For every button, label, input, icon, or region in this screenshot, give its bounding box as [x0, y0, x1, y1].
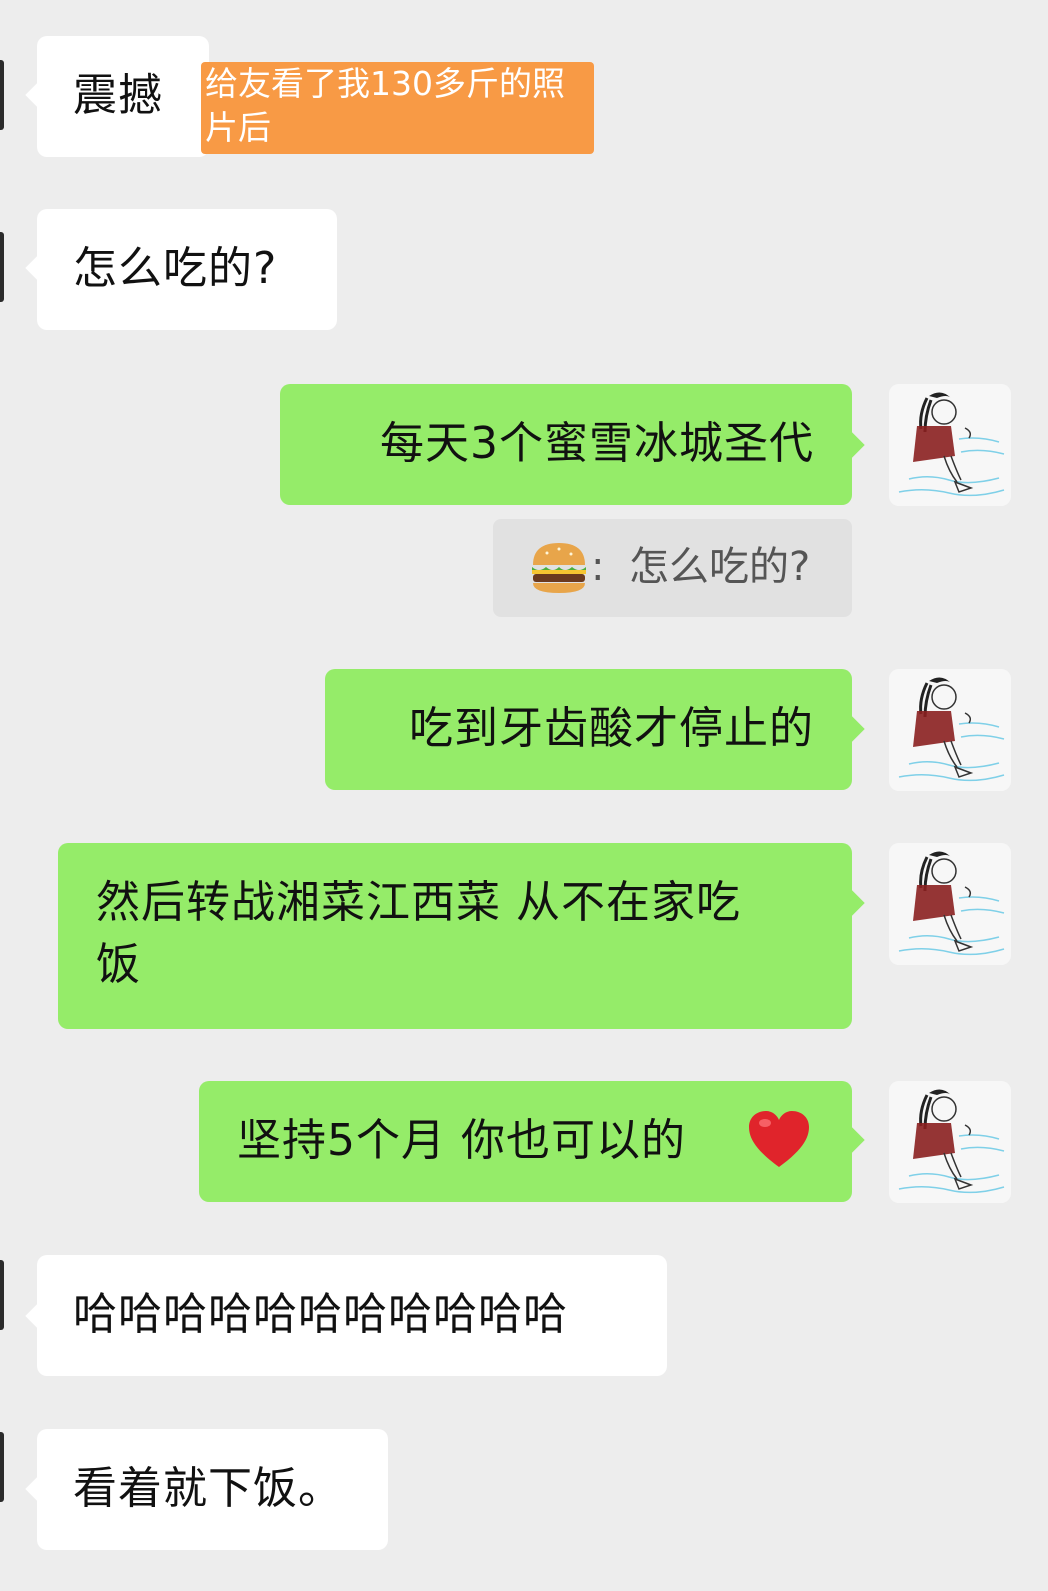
red-heart-icon [747, 1109, 811, 1187]
message-text-line-2: 饭 [96, 939, 141, 990]
user-avatar[interactable] [889, 843, 1011, 965]
message-bubble-incoming[interactable]: 震撼 [37, 36, 209, 157]
mermaid-avatar-icon [889, 669, 1011, 791]
mermaid-avatar-icon [889, 384, 1011, 506]
chat-edge-marker [0, 1432, 4, 1502]
message-text: 哈哈哈哈哈哈哈哈哈哈哈 [73, 1289, 568, 1340]
message-text: 震撼 [73, 70, 163, 121]
message-bubble-incoming[interactable]: 看着就下饭。 [37, 1429, 388, 1550]
caption-line-2: 片后 [205, 108, 271, 147]
message-bubble-incoming[interactable]: 怎么吃的? [37, 209, 337, 330]
message-bubble-outgoing[interactable]: 每天3个蜜雪冰城圣代 [280, 384, 852, 505]
chat-edge-marker [0, 1260, 4, 1330]
quoted-message[interactable]: : 怎么吃的? [493, 519, 852, 617]
message-bubble-incoming[interactable]: 哈哈哈哈哈哈哈哈哈哈哈 [37, 1255, 667, 1376]
mermaid-avatar-icon [889, 1081, 1011, 1203]
caption-overlay-label: 给友看了我130多斤的照 片后 [201, 62, 594, 154]
message-text: 坚持5个月 你也可以的 [237, 1115, 686, 1166]
caption-line-1: 给友看了我130多斤的照 [205, 64, 565, 103]
message-bubble-outgoing[interactable]: 然后转战湘菜江西菜 从不在家吃 饭 [58, 843, 852, 1029]
user-avatar[interactable] [889, 384, 1011, 506]
quote-text: 怎么吃的? [629, 544, 811, 590]
message-text: 看着就下饭。 [73, 1463, 343, 1514]
message-text: 怎么吃的? [73, 243, 278, 294]
chat-edge-marker [0, 232, 4, 302]
message-text-line-1: 然后转战湘菜江西菜 从不在家吃 [96, 877, 741, 928]
message-text: 吃到牙齿酸才停止的 [409, 703, 814, 754]
hamburger-icon [529, 537, 589, 614]
quote-separator: : [591, 544, 605, 590]
message-text: 每天3个蜜雪冰城圣代 [380, 418, 814, 469]
chat-edge-marker [0, 60, 4, 130]
mermaid-avatar-icon [889, 843, 1011, 965]
message-bubble-outgoing[interactable]: 坚持5个月 你也可以的 [199, 1081, 852, 1202]
user-avatar[interactable] [889, 669, 1011, 791]
message-bubble-outgoing[interactable]: 吃到牙齿酸才停止的 [325, 669, 852, 790]
user-avatar[interactable] [889, 1081, 1011, 1203]
